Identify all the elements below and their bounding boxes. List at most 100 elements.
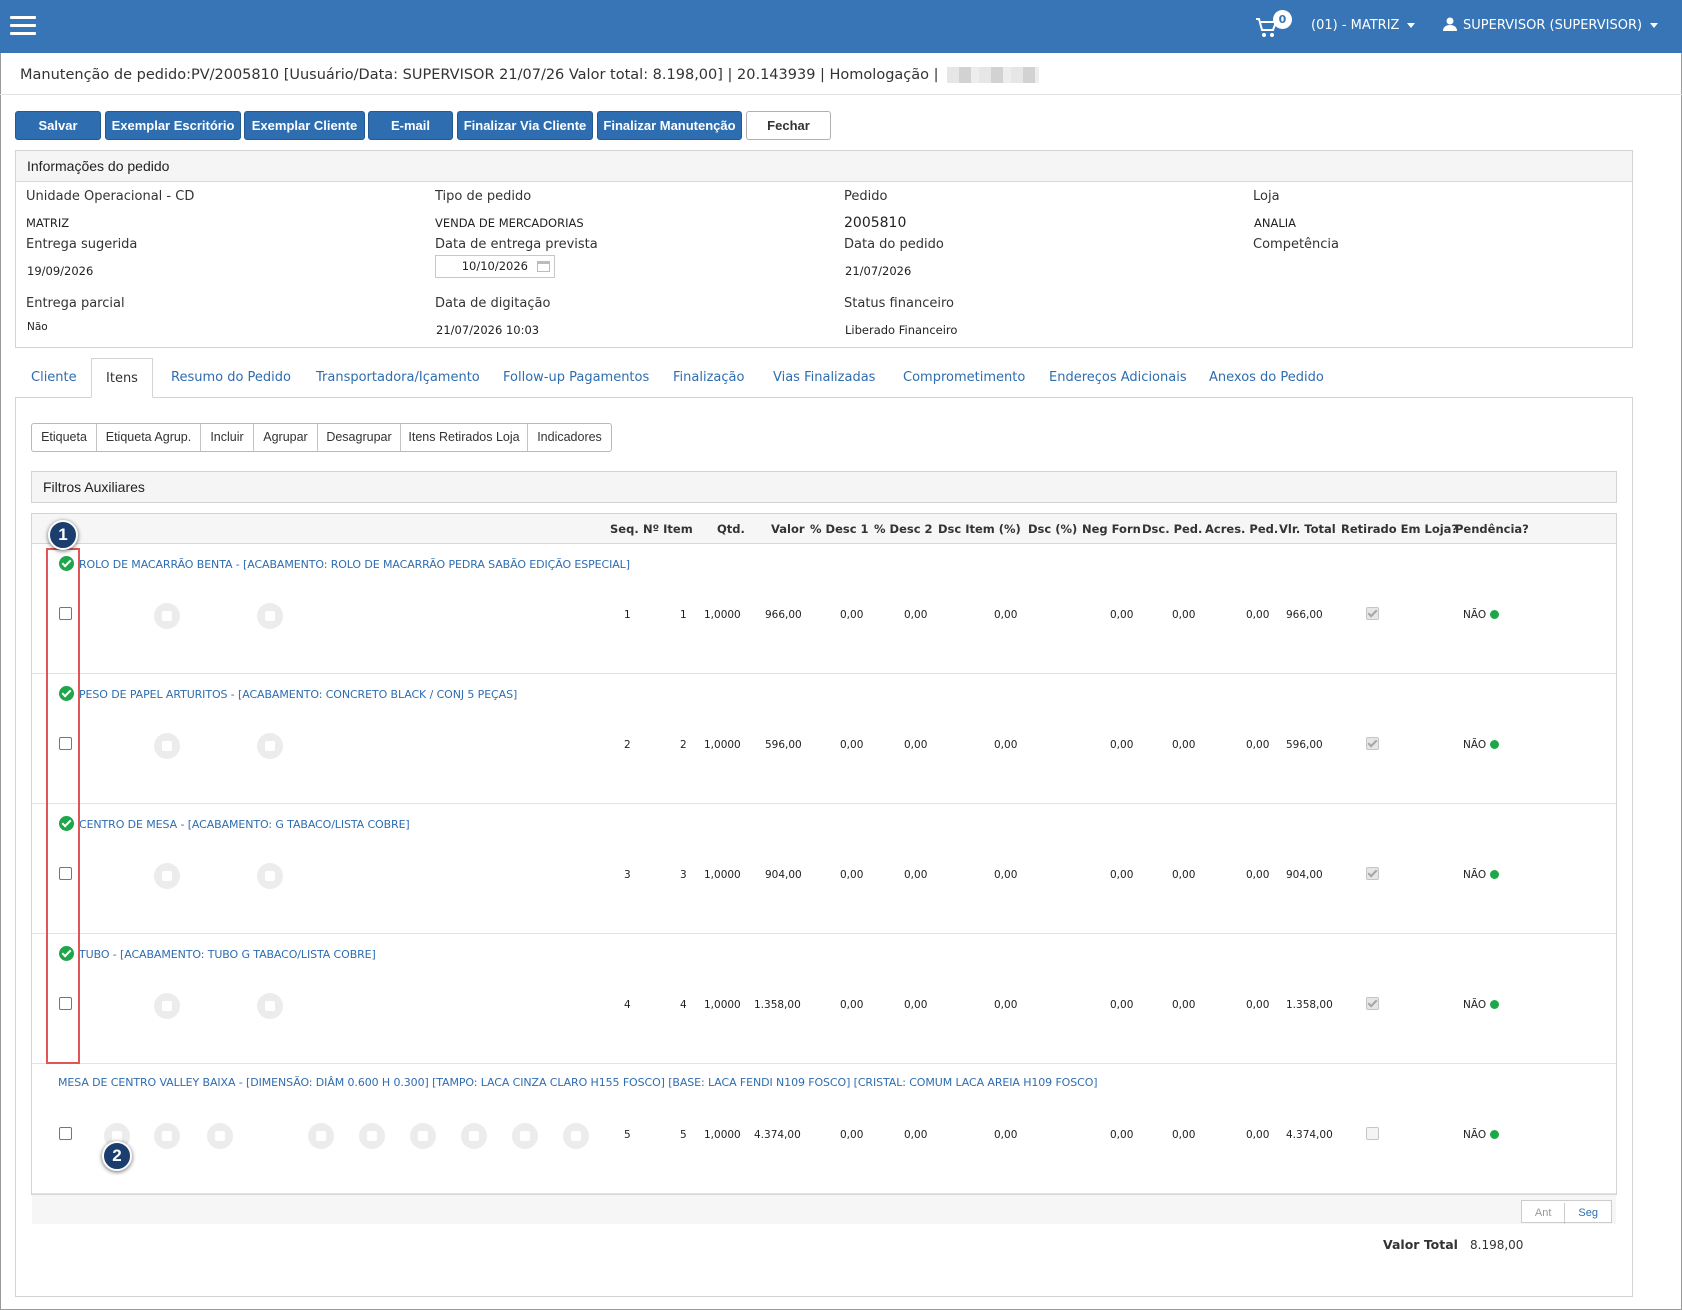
percent-icon[interactable]: [512, 1123, 538, 1149]
unit-selector[interactable]: (01) - MATRIZ: [1311, 18, 1416, 33]
prev-page-button[interactable]: Ant: [1522, 1203, 1566, 1224]
ungroup-button[interactable]: Desagrupar: [318, 424, 401, 451]
product-link[interactable]: CENTRO DE MESA - [ACABAMENTO: G TABACO/L…: [79, 818, 410, 831]
expected-delivery-value: 10/10/2026: [461, 259, 528, 273]
star-icon[interactable]: [410, 1123, 436, 1149]
next-page-button[interactable]: Seg: [1565, 1203, 1611, 1224]
chevron-down-icon: [1407, 23, 1416, 28]
menu-icon[interactable]: [10, 16, 36, 36]
cart-button[interactable]: 0: [1255, 10, 1295, 42]
pickup-checkbox[interactable]: [1366, 1127, 1379, 1140]
redacted-text: [946, 67, 1039, 83]
col-pendencia[interactable]: Pendência?: [1455, 522, 1529, 536]
order-number-label: Pedido: [844, 189, 888, 204]
transfer-icon[interactable]: [359, 1123, 385, 1149]
indicators-button[interactable]: Indicadores: [528, 424, 611, 451]
tab-comprometimento[interactable]: Comprometimento: [903, 358, 1025, 398]
cell-acres: 0,00: [1246, 739, 1270, 751]
save-button[interactable]: Salvar: [15, 111, 101, 140]
history-icon[interactable]: [154, 993, 180, 1019]
store-value: ANALIA: [1254, 216, 1297, 230]
product-link[interactable]: MESA DE CENTRO VALLEY BAIXA - [DIMENSÃO:…: [58, 1076, 1098, 1089]
table-row: TUBO - [ACABAMENTO: TUBO G TABACO/LISTA …: [32, 934, 1616, 1064]
remove-icon[interactable]: [207, 1123, 233, 1149]
tag-icon[interactable]: [257, 603, 283, 629]
col-valor[interactable]: Valor: [771, 522, 805, 536]
product-link[interactable]: PESO DE PAPEL ARTURITOS - [ACABAMENTO: C…: [79, 688, 517, 701]
tab-cliente[interactable]: Cliente: [31, 358, 77, 398]
tab-vias-finalizadas[interactable]: Vias Finalizadas: [773, 358, 875, 398]
history-icon[interactable]: [154, 863, 180, 889]
label-button[interactable]: Etiqueta: [32, 424, 97, 451]
status-dot-icon: [1490, 1000, 1500, 1009]
cell-dsc-ped: 0,00: [1172, 609, 1196, 621]
close-button[interactable]: Fechar: [746, 111, 831, 140]
tab-followup[interactable]: Follow-up Pagamentos: [503, 358, 649, 398]
tab-finalizacao[interactable]: Finalização: [673, 358, 744, 398]
suggested-delivery-label: Entrega sugerida: [26, 237, 138, 252]
tab-anexos[interactable]: Anexos do Pedido: [1209, 358, 1324, 398]
col-acres-ped[interactable]: Acres. Ped.: [1205, 522, 1278, 536]
store-pickup-items-button[interactable]: Itens Retirados Loja: [401, 424, 528, 451]
settings-icon[interactable]: [308, 1123, 334, 1149]
order-info-title: Informações do pedido: [16, 151, 1632, 182]
col-neg-forn[interactable]: Neg Forn: [1082, 522, 1141, 536]
tab-resumo[interactable]: Resumo do Pedido: [171, 358, 291, 398]
product-link[interactable]: TUBO - [ACABAMENTO: TUBO G TABACO/LISTA …: [79, 948, 376, 961]
pendency-text: NÃO: [1463, 869, 1487, 881]
group-label-button[interactable]: Etiqueta Agrup.: [97, 424, 201, 451]
history-icon[interactable]: [154, 1123, 180, 1149]
history-icon[interactable]: [154, 733, 180, 759]
col-seq[interactable]: Seq.: [610, 522, 639, 536]
cell-dsc-item: 0,00: [994, 869, 1018, 881]
cell-desc1: 0,00: [840, 609, 864, 621]
link-icon[interactable]: [563, 1123, 589, 1149]
expected-delivery-input[interactable]: 10/10/2026: [435, 255, 555, 278]
tab-itens[interactable]: Itens: [91, 358, 153, 398]
pendency-status: NÃO: [1463, 739, 1500, 751]
col-retirado[interactable]: Retirado Em Loja?: [1341, 522, 1458, 536]
tab-transportadora[interactable]: Transportadora/Içamento: [316, 358, 480, 398]
cell-total: 1.358,00: [1286, 999, 1333, 1011]
tag-icon[interactable]: [257, 993, 283, 1019]
row-checkbox[interactable]: [59, 1127, 72, 1140]
status-dot-icon: [1490, 1130, 1500, 1139]
user-label: SUPERVISOR (SUPERVISOR): [1463, 18, 1643, 33]
col-qtd[interactable]: Qtd.: [717, 522, 745, 536]
finalize-maintenance-button[interactable]: Finalizar Manutenção: [597, 111, 742, 140]
col-dsc-ped[interactable]: Dsc. Ped.: [1142, 522, 1202, 536]
history-icon[interactable]: [154, 603, 180, 629]
client-copy-button[interactable]: Exemplar Cliente: [244, 111, 365, 140]
product-link[interactable]: ROLO DE MACARRÃO BENTA - [ACABAMENTO: RO…: [79, 558, 630, 571]
office-copy-button[interactable]: Exemplar Escritório: [105, 111, 241, 140]
items-subtoolbar: Etiqueta Etiqueta Agrup. Incluir Agrupar…: [31, 423, 612, 452]
include-button[interactable]: Incluir: [201, 424, 254, 451]
aux-filters-panel[interactable]: Filtros Auxiliares: [31, 471, 1617, 503]
cell-seq: 4: [624, 999, 631, 1011]
order-type-label: Tipo de pedido: [435, 189, 532, 204]
finalize-client-button[interactable]: Finalizar Via Cliente: [457, 111, 593, 140]
calendar-icon[interactable]: [537, 261, 550, 272]
cell-seq: 5: [624, 1129, 631, 1141]
order-info-panel: Informações do pedido Unidade Operaciona…: [15, 150, 1633, 348]
col-item-number[interactable]: Nº Item: [643, 522, 693, 536]
cell-desc2: 0,00: [904, 1129, 928, 1141]
cell-neg-forn: 0,00: [1110, 1129, 1134, 1141]
tab-enderecos[interactable]: Endereços Adicionais: [1049, 358, 1187, 398]
col-desc2[interactable]: % Desc 2: [874, 522, 933, 536]
col-dsc-item[interactable]: Dsc Item (%): [938, 522, 1021, 536]
email-button[interactable]: E-mail: [368, 111, 453, 140]
cell-dsc-item: 0,00: [994, 609, 1018, 621]
user-menu[interactable]: SUPERVISOR (SUPERVISOR): [1443, 17, 1659, 33]
col-dsc[interactable]: Dsc (%): [1028, 522, 1077, 536]
pickup-checkbox: [1366, 997, 1379, 1010]
cell-dsc-item: 0,00: [994, 1129, 1018, 1141]
cell-total: 596,00: [1286, 739, 1323, 751]
tag-icon[interactable]: [257, 863, 283, 889]
col-vlr-total[interactable]: Vlr. Total: [1279, 522, 1336, 536]
col-desc1[interactable]: % Desc 1: [810, 522, 869, 536]
external-link-icon[interactable]: [461, 1123, 487, 1149]
group-button[interactable]: Agrupar: [254, 424, 318, 451]
annotation-highlight-box: [46, 548, 80, 1064]
tag-icon[interactable]: [257, 733, 283, 759]
